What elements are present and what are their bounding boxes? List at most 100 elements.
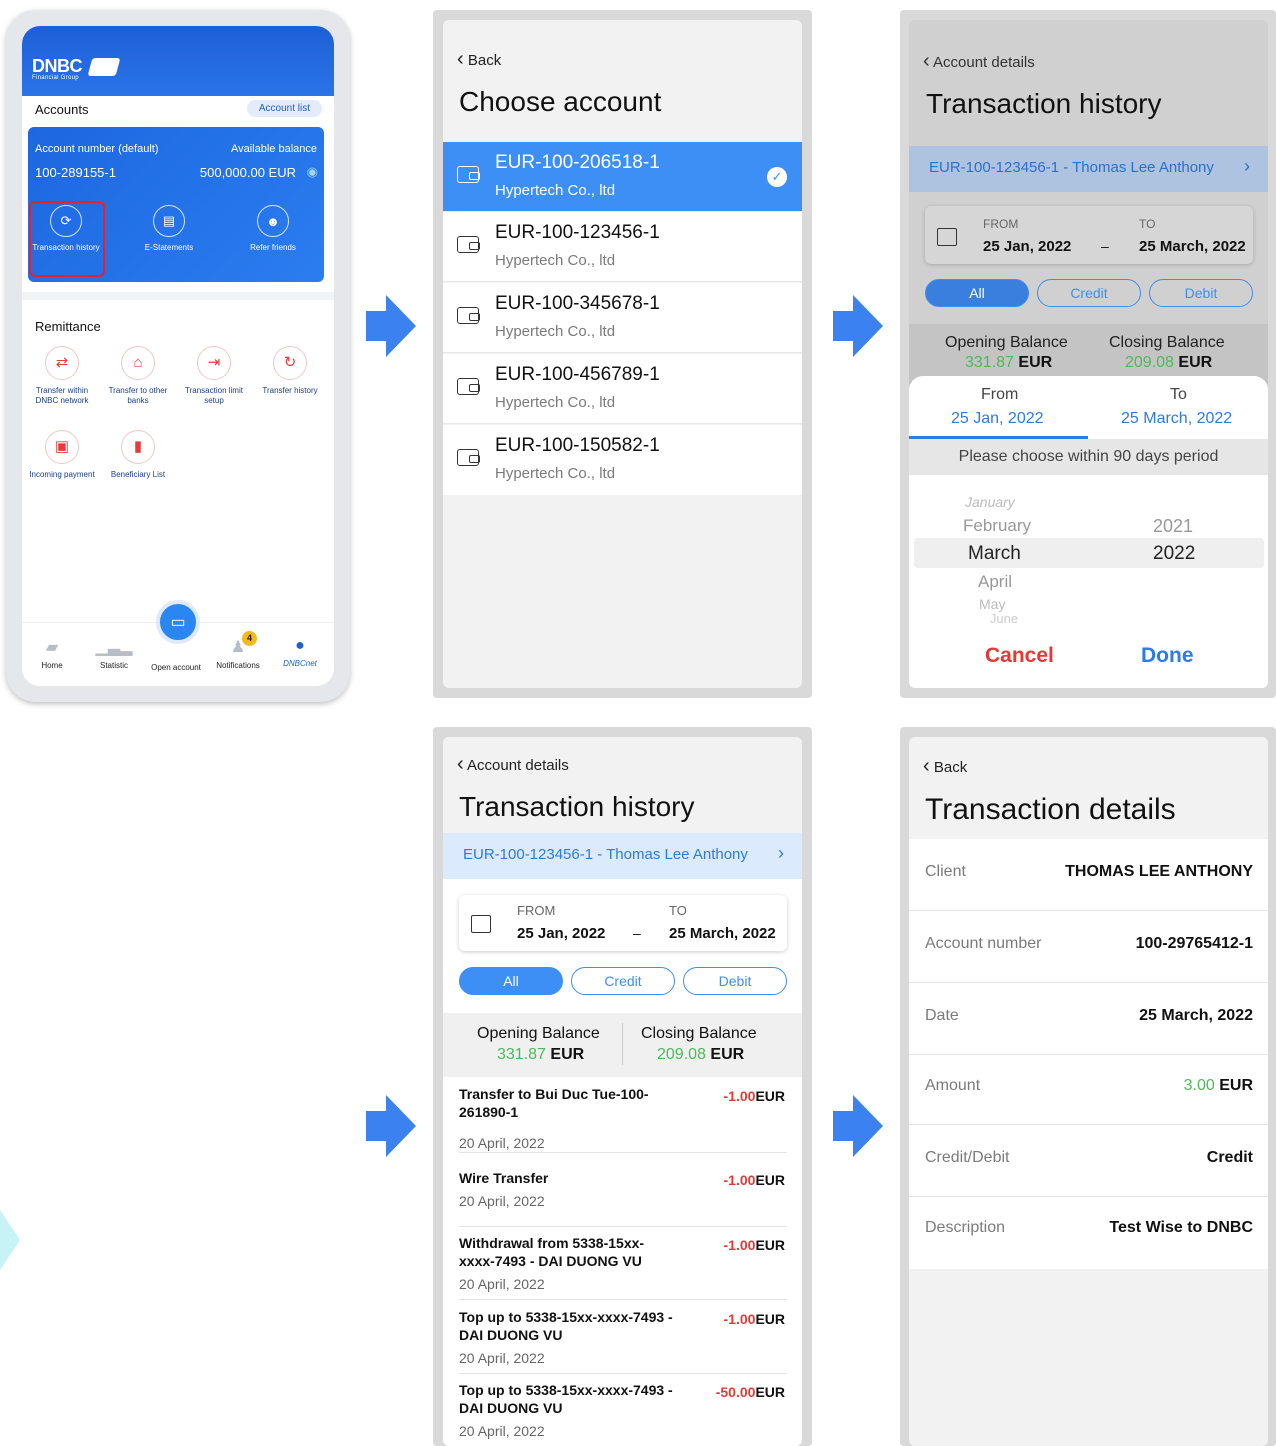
date-range-box[interactable]: FROM TO 25 Jan, 2022 – 25 March, 2022 (925, 206, 1253, 264)
chevron-left-icon: ‹ (923, 50, 930, 72)
page-title: Transaction details (925, 793, 1176, 826)
transaction-row[interactable]: Transfer to Bui Duc Tue-100-261890-1 -1.… (459, 1085, 787, 1153)
date-range-box[interactable]: FROM TO 25 Jan, 2022 – 25 March, 2022 (459, 895, 787, 951)
period-hint: Please choose within 90 days period (909, 439, 1268, 475)
account-number: EUR-100-206518-1 (495, 152, 660, 173)
flow-arrow-3 (386, 1095, 416, 1157)
account-list-button[interactable]: Account list (246, 100, 322, 117)
from-date: 25 Jan, 2022 (983, 238, 1072, 255)
transaction-row[interactable]: Top up to 5338-15xx-xxxx-7493 - DAI DUON… (459, 1308, 787, 1374)
tab-statistic[interactable]: ▁▃▂ Statistic (84, 637, 144, 670)
account-row[interactable]: EUR-100-150582-1 Hypertech Co., ltd (443, 425, 802, 495)
account-number: EUR-100-123456-1 (495, 222, 660, 243)
filter-credit[interactable]: Credit (571, 967, 675, 995)
date-picker-sheet: From To 25 Jan, 2022 25 March, 2022 Plea… (909, 376, 1268, 688)
picker-from-label: From (981, 386, 1019, 403)
wallet-icon (457, 449, 480, 466)
year-option-selected[interactable]: 2022 (1153, 543, 1195, 565)
balance-divider (622, 1023, 623, 1065)
transaction-row[interactable]: Withdrawal from 5338-15xx-xxxx-7493 - DA… (459, 1234, 787, 1300)
calendar-icon (937, 228, 957, 246)
detail-value: 3.00 EUR (1183, 1077, 1253, 1094)
balance-value: 500,000.00 EUR (199, 165, 296, 180)
statement-icon: ▤ (153, 205, 185, 237)
account-row[interactable]: EUR-100-123456-1 Hypertech Co., ltd (443, 212, 802, 282)
back-button[interactable]: ‹ Back (457, 48, 501, 71)
transaction-limit-button[interactable]: ⇥ Transaction limit setup (176, 346, 252, 407)
tab-notifications[interactable]: ♟ Notifications (208, 637, 268, 670)
detail-row-date: Date 25 March, 2022 (909, 983, 1268, 1055)
tab-open-account[interactable]: Open account (146, 663, 206, 672)
transaction-row[interactable]: Top up to 5338-15xx-xxxx-7493 - DAI DUON… (459, 1381, 787, 1446)
transaction-date: 20 April, 2022 (459, 1423, 545, 1439)
month-option-clipped[interactable]: June (959, 613, 1049, 623)
from-date: 25 Jan, 2022 (517, 925, 606, 942)
company-name: Hypertech Co., ltd (495, 465, 616, 482)
company-name: Hypertech Co., ltd (495, 323, 616, 340)
closing-label: Closing Balance (641, 1025, 757, 1042)
divider (22, 292, 334, 300)
opening-value: 331.87 EUR (497, 1046, 585, 1063)
month-option[interactable]: February (963, 516, 1031, 536)
home-icon: ▰ (45, 639, 59, 656)
transfer-history-button[interactable]: ↻ Transfer history (252, 346, 328, 396)
tab-dnbcnet[interactable]: ● DNBCnet (270, 637, 330, 668)
picker-from-value[interactable]: 25 Jan, 2022 (951, 410, 1044, 428)
account-selector[interactable]: EUR-100-123456-1 - Thomas Lee Anthony › (443, 833, 802, 879)
month-option-selected[interactable]: March (968, 543, 1021, 565)
transaction-details-frame: ‹ Back Transaction details Client THOMAS… (900, 727, 1276, 1446)
detail-value: 25 March, 2022 (1139, 1007, 1253, 1024)
back-button[interactable]: ‹ Back (923, 755, 967, 778)
detail-row-client: Client THOMAS LEE ANTHONY (909, 839, 1268, 911)
transfer-other-banks-button[interactable]: ⌂ Transfer to other banks (100, 346, 176, 407)
transfer-within-button[interactable]: ⇄ Transfer within DNBC network (24, 346, 100, 407)
account-selector[interactable]: EUR-100-123456-1 - Thomas Lee Anthony › (909, 146, 1268, 192)
eye-icon[interactable]: ◉ (307, 164, 318, 180)
from-label: FROM (983, 217, 1019, 231)
detail-key: Client (925, 863, 966, 880)
month-option[interactable]: May (979, 596, 1005, 612)
calendar-icon (471, 915, 491, 933)
picker-to-value[interactable]: 25 March, 2022 (1121, 410, 1232, 428)
chevron-right-icon: › (778, 843, 784, 863)
closing-value: 209.08 EUR (1125, 354, 1213, 371)
transaction-history-frame: ‹ Account details Transaction history EU… (433, 727, 812, 1446)
limit-icon: ⇥ (197, 346, 231, 380)
year-option[interactable]: 2021 (1153, 516, 1193, 537)
filter-all[interactable]: All (459, 967, 563, 995)
flow-arrow-2 (853, 295, 883, 357)
back-button[interactable]: ‹ Account details (923, 50, 1035, 73)
tab-home[interactable]: ▰ Home (22, 637, 82, 670)
filter-credit[interactable]: Credit (1037, 279, 1141, 307)
chevron-left-icon: ‹ (457, 753, 464, 775)
account-row-selected[interactable]: EUR-100-206518-1 Hypertech Co., ltd ✓ (443, 142, 802, 212)
e-statements-shortcut[interactable]: ▤ E-Statements (129, 205, 209, 252)
chevron-left-icon: ‹ (923, 755, 930, 777)
transaction-row[interactable]: Wire Transfer -1.00EUR 20 April, 2022 (459, 1169, 787, 1227)
detail-key: Account number (925, 935, 1042, 952)
account-row[interactable]: EUR-100-345678-1 Hypertech Co., ltd (443, 283, 802, 353)
detail-value: Test Wise to DNBC (1109, 1219, 1253, 1236)
open-account-fab[interactable]: ▭ (156, 600, 200, 644)
to-label: TO (1139, 217, 1156, 231)
filter-debit[interactable]: Debit (1149, 279, 1253, 307)
flow-arrow-2-stem (833, 311, 855, 341)
done-button[interactable]: Done (1141, 644, 1194, 668)
incoming-payment-button[interactable]: ▣ Incoming payment (24, 430, 100, 480)
detail-key: Credit/Debit (925, 1149, 1010, 1166)
account-row[interactable]: EUR-100-456789-1 Hypertech Co., ltd (443, 354, 802, 424)
refer-friends-shortcut[interactable]: ☻ Refer friends (233, 205, 313, 252)
detail-key: Description (925, 1219, 1006, 1236)
details-card: Client THOMAS LEE ANTHONY Account number… (909, 839, 1268, 1269)
beneficiary-list-button[interactable]: ▮ Beneficiary List (100, 430, 176, 480)
back-button[interactable]: ‹ Account details (457, 753, 569, 776)
filter-all[interactable]: All (925, 279, 1029, 307)
wallet-icon (457, 378, 480, 395)
cancel-button[interactable]: Cancel (985, 644, 1054, 668)
account-card: Account number (default) Available balan… (28, 127, 324, 282)
month-option[interactable]: April (978, 572, 1012, 592)
account-number: 100-289155-1 (35, 165, 116, 180)
to-date: 25 March, 2022 (1139, 238, 1246, 255)
month-option[interactable]: January (965, 494, 1015, 510)
filter-debit[interactable]: Debit (683, 967, 787, 995)
